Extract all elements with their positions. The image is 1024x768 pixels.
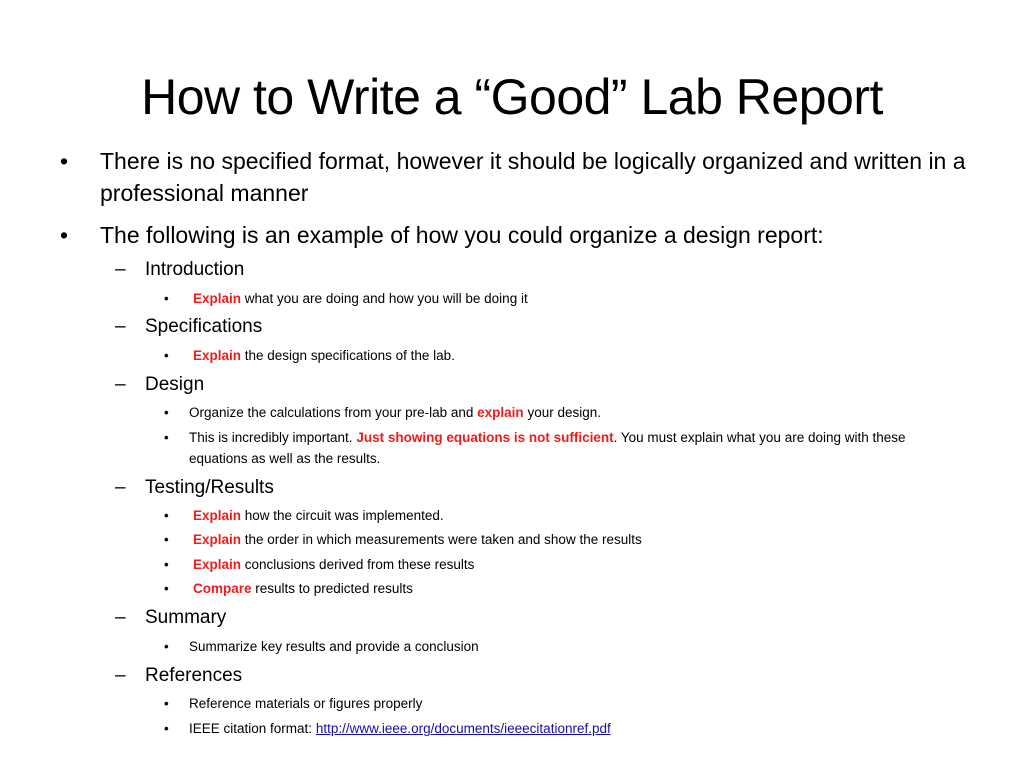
emphasis-text: explain (477, 405, 524, 420)
emphasis-text: Explain (193, 532, 242, 547)
emphasis-text: Compare (193, 581, 252, 596)
bullet-text: The following is an example of how you c… (100, 222, 824, 248)
sub-bullet-text: Reference materials or figures properly (189, 696, 423, 711)
sub-bullet-text: IEEE citation format: (189, 721, 316, 736)
bullet-icon: • (164, 581, 169, 596)
sub-bullet-text: your design. (523, 405, 601, 420)
bullet-text: There is no specified format, however it… (100, 148, 966, 206)
sub-bullet-text: the order in which measurements were tak… (241, 532, 642, 547)
emphasis-text: Explain (193, 508, 242, 523)
emphasis-text: Just showing equations is not sufficient (356, 430, 614, 445)
slide-title: How to Write a “Good” Lab Report (141, 69, 883, 125)
sub-bullet-text: Organize the calculations from your pre-… (189, 405, 478, 420)
emphasis-text: Explain (193, 348, 242, 363)
dash-icon: – (115, 607, 126, 628)
bullet-icon: • (164, 508, 169, 523)
emphasis-text: Explain (193, 291, 242, 306)
sub-bullet-text: This is incredibly important. (189, 430, 357, 445)
bullet-icon: • (164, 721, 169, 736)
section-heading-text: Introduction (145, 259, 245, 280)
section-heading-text: References (145, 665, 243, 686)
section-heading-text: Summary (145, 607, 227, 628)
dash-icon: – (115, 374, 126, 395)
section-heading-text: Testing/Results (145, 477, 274, 498)
dash-icon: – (115, 665, 126, 686)
sub-bullet-text: Summarize key results and provide a conc… (189, 639, 479, 654)
dash-icon: – (115, 259, 126, 280)
sub-bullet-text: how the circuit was implemented. (241, 508, 444, 523)
dash-icon: – (115, 316, 126, 337)
sub-bullet-text: what you are doing and how you will be d… (241, 291, 528, 306)
bullet-icon: • (164, 291, 169, 306)
bullet-icon: • (164, 430, 169, 445)
slide: How to Write a “Good” Lab Report • There… (0, 0, 1024, 768)
bullet-icon: • (164, 405, 169, 420)
sub-bullet-text: the design specifications of the lab. (241, 348, 455, 363)
bullet-icon: • (164, 696, 169, 711)
emphasis-text: Explain (193, 557, 242, 572)
bullet-icon: • (164, 639, 169, 654)
bullet-icon: • (60, 222, 69, 248)
section-heading-text: Specifications (145, 316, 263, 337)
bullet-icon: • (164, 348, 169, 363)
dash-icon: – (115, 477, 126, 498)
bullet-icon: • (164, 532, 169, 547)
bullet-icon: • (60, 148, 69, 174)
sub-bullet-text: conclusions derived from these results (241, 557, 475, 572)
section-heading-text: Design (145, 374, 205, 395)
sub-bullet-text: results to predicted results (251, 581, 413, 596)
ieee-citation-link[interactable]: http://www.ieee.org/documents/ieeecitati… (316, 721, 611, 736)
bullet-icon: • (164, 557, 169, 572)
